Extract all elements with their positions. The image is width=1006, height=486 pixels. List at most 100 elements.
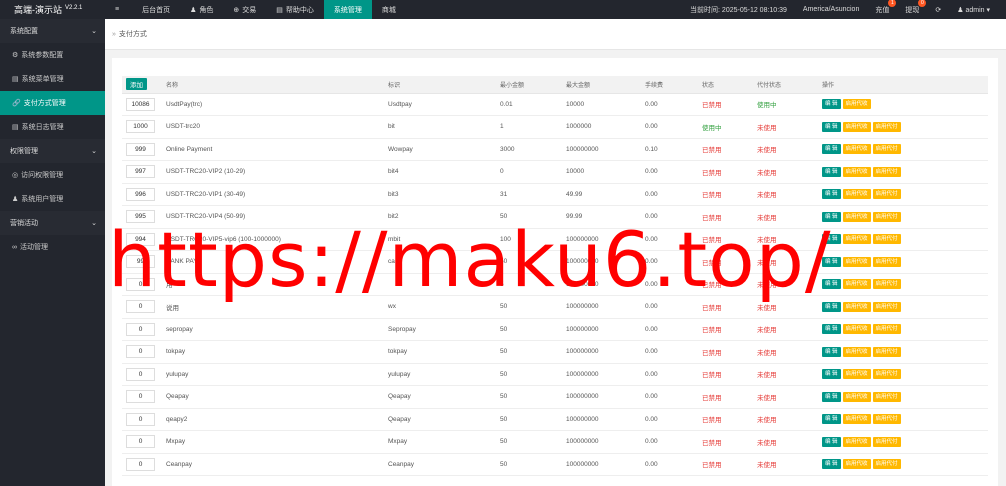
enable-pay-button[interactable]: 启用代收 (842, 391, 871, 402)
sidebar-item[interactable]: ∞ 活动管理 (0, 235, 105, 259)
enable-pay-button[interactable]: 启用代收 (842, 279, 871, 290)
edit-button[interactable]: 编 辑 (822, 414, 841, 425)
sort-cell: 10086 (122, 93, 162, 116)
enable-payout-button[interactable]: 启用代付 (872, 346, 901, 357)
enable-payout-button[interactable]: 启用代付 (872, 144, 901, 155)
sidebar-item[interactable]: 🔗 支付方式管理 (0, 91, 105, 115)
withdraw-link[interactable]: 提现 0 (897, 0, 927, 15)
user-name: admin (965, 6, 985, 14)
sort-input[interactable]: 999 (126, 142, 155, 156)
sidebar-group[interactable]: 权限管理 ⌄ (0, 139, 105, 163)
enable-payout-button[interactable]: 启用代付 (872, 189, 901, 200)
sidebar-group[interactable]: 营销活动 ⌄ (0, 211, 105, 235)
edit-button[interactable]: 编 辑 (822, 324, 841, 335)
sort-input[interactable]: 0 (126, 412, 155, 426)
user-menu[interactable]: ♟ admin ▾ (949, 6, 998, 14)
recharge-label: 充值 (875, 6, 890, 14)
code-cell: tokpay (384, 340, 496, 364)
actions-cell: 编 辑启用代收 启用代付 (818, 228, 988, 251)
enable-payout-button[interactable]: 启用代付 (872, 121, 901, 132)
enable-payout-button[interactable]: 启用代付 (872, 436, 901, 447)
enable-pay-button[interactable]: 启用代收 (842, 121, 871, 132)
topnav-item-5[interactable]: 系统管理 (323, 0, 372, 19)
edit-button[interactable]: 编 辑 (822, 436, 841, 447)
enable-pay-button[interactable]: 启用代收 (842, 301, 871, 312)
min-amount-cell: 3000 (496, 138, 562, 161)
refresh-icon[interactable]: ⟳ (927, 6, 949, 14)
enable-pay-button[interactable]: 启用代收 (842, 346, 871, 357)
status-cell: 已禁用 (698, 183, 753, 206)
column-header: 标识 (384, 76, 496, 94)
enable-pay-button[interactable]: 启用代收 (842, 369, 871, 380)
sort-input[interactable]: 0 (126, 390, 155, 404)
topnav-item-2[interactable]: ♟ 角色 (180, 0, 223, 19)
breadcrumb-current[interactable]: 支付方式 (119, 29, 147, 39)
status-cell: 已禁用 (698, 93, 753, 116)
edit-button[interactable]: 编 辑 (822, 189, 841, 200)
sort-input[interactable]: 0 (126, 345, 155, 359)
sort-input[interactable]: 997 (126, 165, 155, 179)
min-amount-cell: 0 (496, 160, 562, 184)
enable-pay-button[interactable]: 启用代收 (842, 166, 871, 177)
sidebar-item[interactable]: ▤ 系统菜单管理 (0, 67, 105, 91)
enable-pay-button[interactable]: 启用代收 (842, 414, 871, 425)
edit-button[interactable]: 编 辑 (822, 391, 841, 402)
sort-input[interactable]: 1000 (126, 120, 155, 134)
enable-payout-button[interactable]: 启用代付 (872, 279, 901, 290)
topnav-item-1[interactable]: 后台首页 (132, 0, 180, 19)
enable-payout-button[interactable]: 启用代付 (872, 256, 901, 267)
enable-pay-button[interactable]: 启用代收 (842, 189, 871, 200)
topnav-label: 帮助中心 (285, 6, 314, 14)
sort-input[interactable]: 0 (126, 322, 155, 336)
enable-pay-button[interactable]: 启用代收 (842, 256, 871, 267)
topnav-item-3[interactable]: ⊕ 交易 (223, 0, 266, 19)
enable-payout-button[interactable]: 启用代付 (872, 211, 901, 222)
enable-payout-button[interactable]: 启用代付 (872, 391, 901, 402)
enable-payout-button[interactable]: 启用代付 (872, 324, 901, 335)
enable-payout-button[interactable]: 启用代付 (872, 414, 901, 425)
enable-pay-button[interactable]: 启用代收 (842, 436, 871, 447)
enable-payout-button[interactable]: 启用代付 (872, 301, 901, 312)
edit-button[interactable]: 编 辑 (822, 369, 841, 380)
sidebar-group-label: 系统配置 (10, 28, 38, 35)
recharge-link[interactable]: 充值 1 (867, 0, 897, 15)
topnav-item-6[interactable]: 商城 (372, 0, 406, 19)
enable-pay-button[interactable]: 启用代收 (842, 459, 871, 470)
enable-payout-button[interactable]: 启用代付 (872, 234, 901, 245)
enable-pay-button[interactable]: 启用代收 (842, 144, 871, 155)
edit-button[interactable]: 编 辑 (822, 346, 841, 357)
sort-cell: 0 (122, 430, 162, 454)
edit-button[interactable]: 编 辑 (822, 99, 841, 110)
edit-button[interactable]: 编 辑 (822, 166, 841, 177)
enable-pay-button[interactable]: 启用代收 (842, 99, 871, 110)
topnav-item-4[interactable]: ▤ 帮助中心 (266, 0, 324, 19)
enable-payout-button[interactable]: 启用代付 (872, 459, 901, 470)
add-header-cell: 添加 (122, 76, 162, 94)
sidebar-group[interactable]: 系统配置 ⌄ (0, 19, 105, 43)
min-amount-cell: 50 (496, 385, 562, 409)
sort-input[interactable]: 10086 (126, 97, 155, 111)
sort-input[interactable]: 0 (126, 367, 155, 381)
table-row: 999 Online Payment Wowpay 3000 100000000 0.10… (122, 138, 988, 161)
app-brand[interactable]: 高端-演示站 V2.2.1 (0, 0, 105, 19)
enable-payout-button[interactable]: 启用代付 (872, 166, 901, 177)
sidebar-item[interactable]: ▤ 系统日志管理 (0, 115, 105, 139)
enable-pay-button[interactable]: 启用代收 (842, 234, 871, 245)
sort-input[interactable]: 0 (126, 435, 155, 449)
name-cell: qeapy2 (162, 408, 384, 431)
edit-button[interactable]: 编 辑 (822, 144, 841, 155)
sidebar-item[interactable]: ♟ 系统用户管理 (0, 187, 105, 211)
topnav-item-0[interactable]: ≡ (105, 0, 132, 19)
sidebar-item[interactable]: ⚙ 系统参数配置 (0, 43, 105, 67)
sort-input[interactable]: 996 (126, 187, 155, 201)
sort-input[interactable]: 0 (126, 457, 155, 471)
edit-button[interactable]: 编 辑 (822, 459, 841, 470)
recharge-badge: 1 (888, 0, 897, 7)
status-cell: 已禁用 (698, 363, 753, 386)
enable-pay-button[interactable]: 启用代收 (842, 211, 871, 222)
sidebar-item[interactable]: ◎ 访问权限管理 (0, 163, 105, 187)
add-button[interactable]: 添加 (126, 78, 147, 91)
edit-button[interactable]: 编 辑 (822, 121, 841, 132)
enable-payout-button[interactable]: 启用代付 (872, 369, 901, 380)
enable-pay-button[interactable]: 启用代收 (842, 324, 871, 335)
